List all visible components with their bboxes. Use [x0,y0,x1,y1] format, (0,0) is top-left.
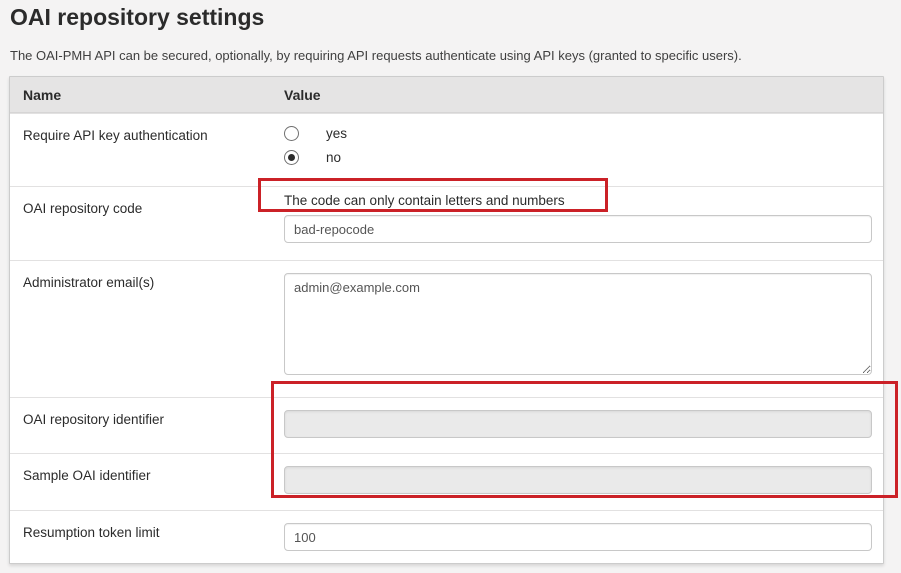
setting-label-repo-code: OAI repository code [10,187,284,260]
setting-label-repo-identifier: OAI repository identifier [10,398,284,453]
table-row: OAI repository identifier [10,397,883,453]
setting-label-resumption-limit: Resumption token limit [10,511,284,563]
table-row: Administrator email(s) admin@example.com [10,260,883,397]
column-header-value: Value [284,87,883,103]
page-title: OAI repository settings [10,4,264,31]
setting-value-admin-email: admin@example.com [284,261,883,397]
settings-table: Name Value Require API key authenticatio… [9,76,884,564]
setting-value-repo-code: The code can only contain letters and nu… [284,187,883,260]
setting-value-resumption-limit [284,511,883,563]
sample-identifier-input [284,466,872,494]
radio-option-no[interactable]: no [284,150,872,165]
resumption-limit-input[interactable] [284,523,872,551]
page-description: The OAI-PMH API can be secured, optional… [10,48,742,63]
table-row: Sample OAI identifier [10,453,883,510]
table-row: Require API key authentication yes no [10,113,883,186]
setting-label-admin-email: Administrator email(s) [10,261,284,397]
setting-label-api-key-auth: Require API key authentication [10,114,284,186]
oai-settings-page: OAI repository settings The OAI-PMH API … [0,0,901,573]
table-header-row: Name Value [10,77,883,113]
radio-button-no[interactable] [284,150,299,165]
table-row: OAI repository code The code can only co… [10,186,883,260]
radio-label-yes[interactable]: yes [326,126,347,141]
radio-button-yes[interactable] [284,126,299,141]
setting-value-repo-identifier [284,398,883,453]
table-row: Resumption token limit [10,510,883,563]
radio-option-yes[interactable]: yes [284,126,872,141]
setting-value-api-key-auth: yes no [284,114,883,186]
column-header-name: Name [10,87,284,103]
setting-value-sample-identifier [284,454,883,510]
repo-identifier-input [284,410,872,438]
setting-label-sample-identifier: Sample OAI identifier [10,454,284,510]
admin-email-textarea[interactable]: admin@example.com [284,273,872,375]
radio-label-no[interactable]: no [326,150,341,165]
repo-code-input[interactable] [284,215,872,243]
validation-error-message: The code can only contain letters and nu… [284,187,872,215]
